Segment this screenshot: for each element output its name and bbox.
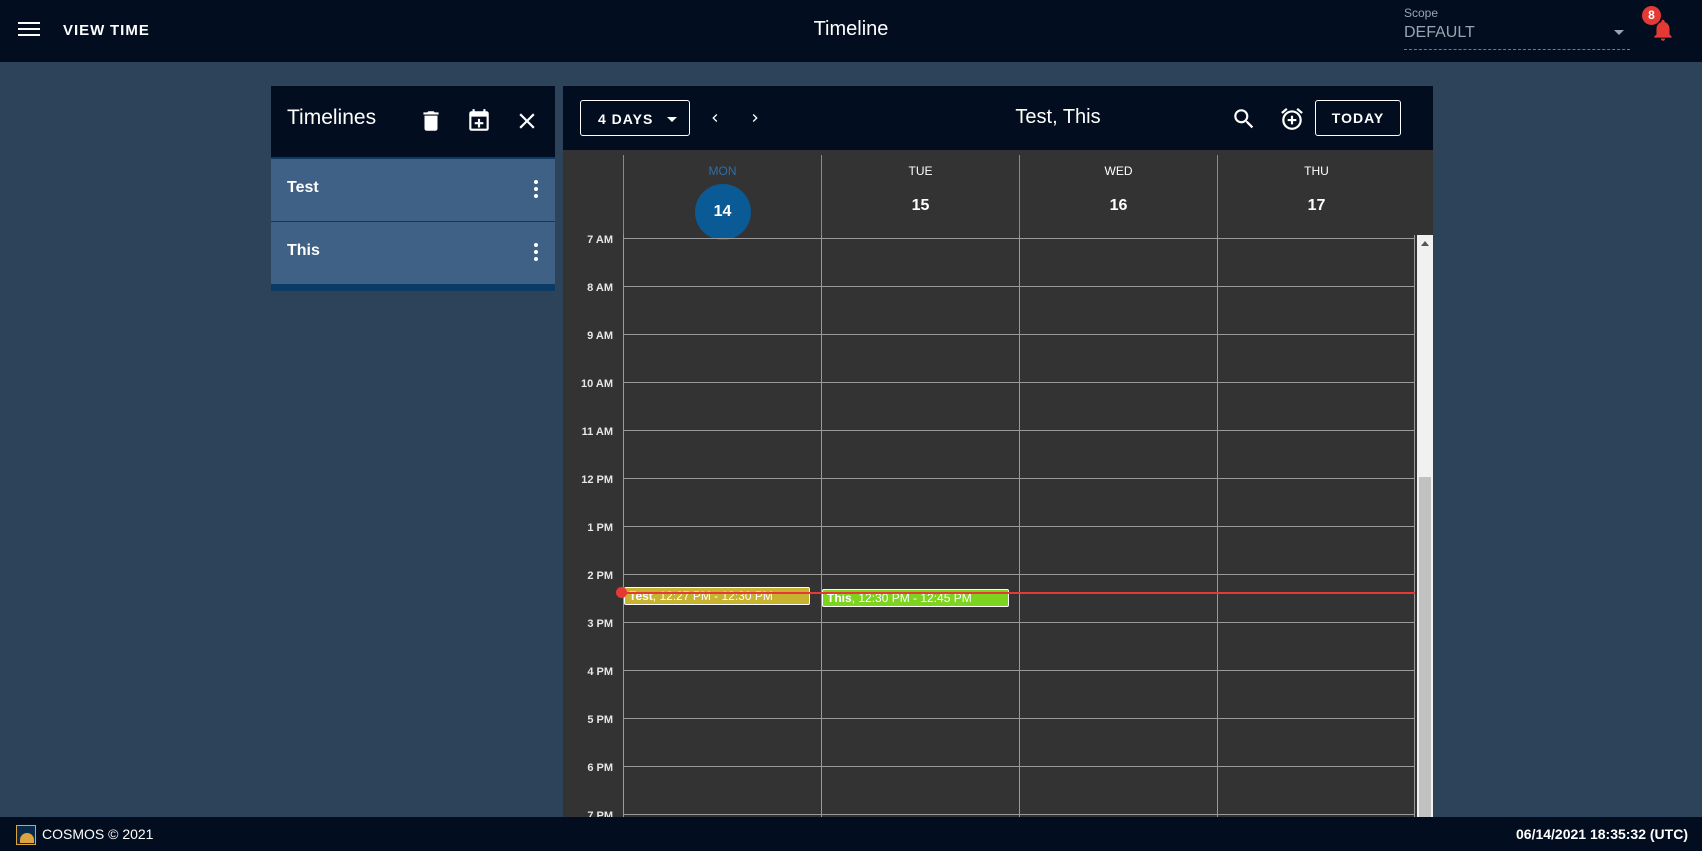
hour-gridline xyxy=(623,430,1415,431)
day-number[interactable]: 17 xyxy=(1289,178,1345,234)
more-vert-icon[interactable] xyxy=(526,240,546,264)
hour-label: 7 AM xyxy=(587,235,613,246)
day-number[interactable]: 15 xyxy=(893,178,949,234)
notification-badge: 8 xyxy=(1642,6,1661,25)
day-header-row: MON 14 TUE 15 WED 16 THU 17 xyxy=(563,155,1451,240)
day-header-wed[interactable]: WED 16 xyxy=(1019,155,1217,235)
day-header-tue[interactable]: TUE 15 xyxy=(821,155,1019,235)
current-time-dot xyxy=(616,587,627,598)
hour-label: 8 AM xyxy=(587,282,613,294)
timelines-panel: Timelines Test This xyxy=(271,86,555,291)
hour-label: 4 PM xyxy=(587,666,613,678)
hour-label: 9 AM xyxy=(587,330,613,342)
calendar-event-test[interactable]: Test, 12:27 PM - 12:30 PM xyxy=(624,587,810,605)
hour-gridline xyxy=(623,718,1415,719)
nav-item-view[interactable]: VIEW xyxy=(63,22,105,39)
hour-gridline xyxy=(623,478,1415,479)
alarm-add-icon[interactable] xyxy=(1279,106,1305,132)
hamburger-menu-icon[interactable] xyxy=(18,19,40,41)
chevron-down-icon xyxy=(1614,30,1624,35)
timelines-title: Timelines xyxy=(287,106,377,129)
calendar-toolbar: 4 DAYS Test, This TODAY xyxy=(563,86,1433,150)
today-button[interactable]: TODAY xyxy=(1315,100,1401,136)
hour-label: 1 PM xyxy=(587,522,613,534)
day-column-divider xyxy=(1414,235,1415,851)
timeline-item-test[interactable]: Test xyxy=(271,159,555,221)
scroll-up-arrow-icon[interactable] xyxy=(1421,241,1429,246)
close-icon[interactable] xyxy=(514,108,540,134)
copyright-text: COSMOS © 2021 xyxy=(42,826,154,842)
hour-label: 6 PM xyxy=(587,762,613,774)
hour-gridline xyxy=(623,334,1415,335)
timeline-item-label: This xyxy=(287,242,320,259)
day-column-divider xyxy=(821,235,822,851)
day-of-week: THU xyxy=(1304,164,1329,178)
hour-gridline xyxy=(623,382,1415,383)
day-column-divider xyxy=(1217,235,1218,851)
day-column-divider xyxy=(1019,235,1020,851)
more-vert-icon[interactable] xyxy=(526,177,546,201)
hour-label: 2 PM xyxy=(587,570,613,582)
day-column-divider xyxy=(623,235,624,851)
scope-label: Scope xyxy=(1404,6,1439,20)
search-icon[interactable] xyxy=(1231,106,1257,132)
view-range-dropdown[interactable]: 4 DAYS xyxy=(580,100,690,136)
chevron-right-icon[interactable] xyxy=(747,108,763,128)
calendar-scrollbar[interactable] xyxy=(1417,235,1433,851)
calendar-title: Test, This xyxy=(1015,106,1101,128)
day-of-week: TUE xyxy=(908,164,933,178)
calendar-add-icon[interactable] xyxy=(466,108,492,134)
chevron-left-icon[interactable] xyxy=(707,108,723,128)
day-number[interactable]: 16 xyxy=(1091,178,1147,234)
day-number[interactable]: 14 xyxy=(694,184,751,240)
timeline-item-label: Test xyxy=(287,179,319,196)
current-time-line xyxy=(622,592,1415,594)
scrollbar-thumb[interactable] xyxy=(1419,477,1431,851)
hour-gridline xyxy=(623,526,1415,527)
delete-icon[interactable] xyxy=(418,108,444,134)
hour-label: 10 AM xyxy=(581,378,613,390)
hour-gridline xyxy=(623,766,1415,767)
scope-select[interactable]: Scope DEFAULT xyxy=(1404,6,1630,50)
day-of-week: MON xyxy=(708,164,737,178)
hour-label: 5 PM xyxy=(587,714,613,726)
cosmos-logo-icon xyxy=(16,825,36,845)
hour-gridline xyxy=(623,622,1415,623)
nav-item-time[interactable]: TIME xyxy=(110,22,150,39)
calendar-panel: 4 DAYS Test, This TODAY MON 14 TUE 15 WE… xyxy=(563,86,1433,851)
hour-label: 11 AM xyxy=(581,426,613,438)
calendar-grid[interactable]: Test, 12:27 PM - 12:30 PM This, 12:30 PM… xyxy=(563,235,1415,851)
hour-label: 3 PM xyxy=(587,618,613,630)
day-header-mon[interactable]: MON 14 xyxy=(623,155,821,240)
view-range-label: 4 DAYS xyxy=(598,111,654,127)
chevron-down-icon xyxy=(667,117,677,122)
timelines-header: Timelines xyxy=(271,86,555,157)
hour-gridline xyxy=(623,574,1415,575)
hour-label: 12 PM xyxy=(581,474,613,486)
hour-gridline xyxy=(623,814,1415,815)
app-bar: VIEW TIME Timeline Scope DEFAULT 8 xyxy=(0,0,1702,62)
hour-gridline xyxy=(623,238,1415,239)
scope-value: DEFAULT xyxy=(1404,24,1475,41)
day-of-week: WED xyxy=(1104,164,1133,178)
footer: COSMOS © 2021 06/14/2021 18:35:32 (UTC) xyxy=(0,817,1702,851)
day-header-thu[interactable]: THU 17 xyxy=(1217,155,1415,235)
hour-gridline xyxy=(623,286,1415,287)
utc-clock: 06/14/2021 18:35:32 (UTC) xyxy=(1516,826,1688,842)
hour-gridline xyxy=(623,670,1415,671)
timeline-item-this[interactable]: This xyxy=(271,222,555,284)
